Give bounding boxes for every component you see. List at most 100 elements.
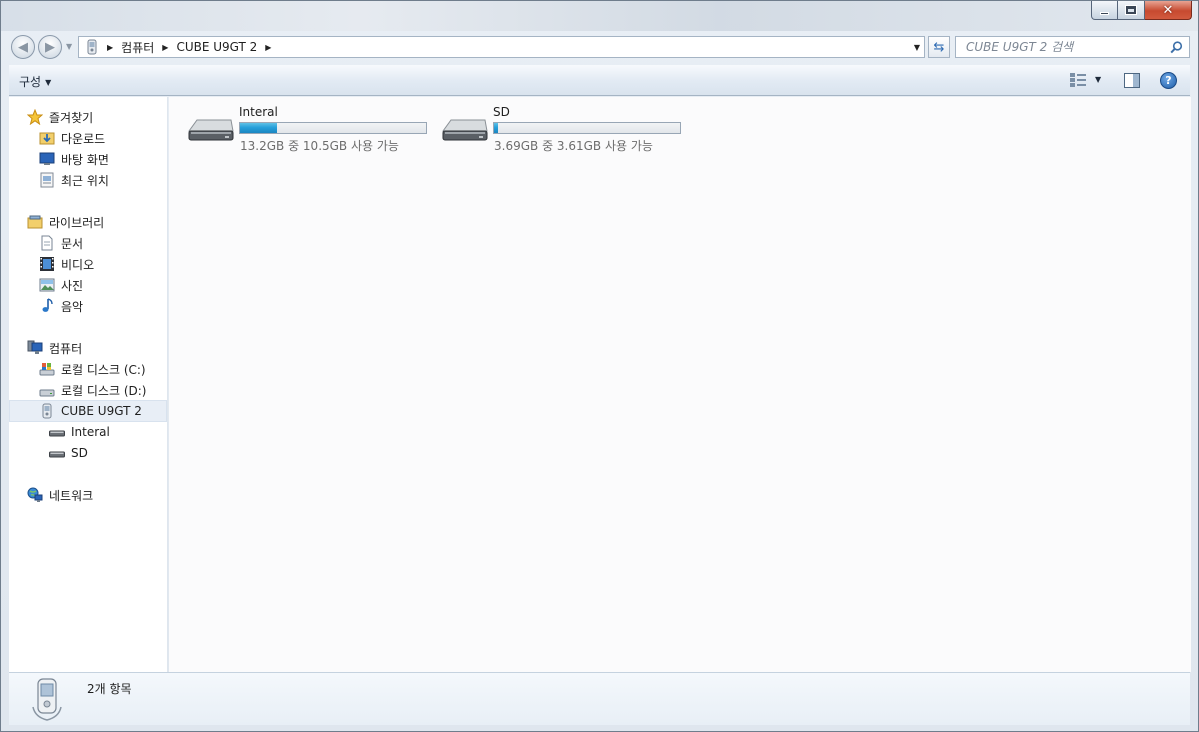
nav-item-label: SD: [71, 446, 88, 460]
drive-usage-bar: [493, 122, 681, 134]
back-button[interactable]: ◀: [11, 35, 35, 59]
address-bar[interactable]: ▶ 컴퓨터 ▶ CUBE U9GT 2 ▶ ▼: [78, 36, 925, 58]
item-count-text: 2개 항목: [87, 682, 132, 696]
maximize-icon: [1125, 5, 1137, 15]
command-bar: 구성 ▼ ▼ ?: [9, 65, 1190, 96]
navigation-bar: ◀ ▶ ▼ ▶ 컴퓨터 ▶ CUBE U9GT 2 ▶ ▼ ⇆: [9, 34, 1190, 60]
breadcrumb-arrow-icon[interactable]: ▶: [162, 43, 168, 52]
nav-item-disk-c[interactable]: 로컬 디스크 (C:): [39, 359, 146, 379]
chevron-down-icon: ▼: [45, 78, 52, 87]
breadcrumb-device[interactable]: CUBE U9GT 2: [176, 40, 257, 54]
desktop-icon: [39, 152, 55, 165]
video-icon: [40, 257, 54, 271]
nav-item-documents[interactable]: 문서: [39, 233, 83, 253]
nav-libraries[interactable]: 라이브러리: [27, 212, 104, 232]
music-note-icon: [42, 298, 53, 312]
network-icon: [27, 487, 43, 502]
drive-usage-bar: [239, 122, 427, 134]
document-icon: [41, 235, 53, 251]
removable-drive-icon: [188, 119, 234, 141]
removable-drive-icon: [49, 430, 65, 437]
nav-item-downloads[interactable]: 다운로드: [39, 128, 105, 148]
search-icon[interactable]: [1170, 41, 1183, 54]
picture-icon: [39, 278, 55, 292]
portable-device-icon: [32, 678, 62, 721]
library-icon: [27, 215, 43, 229]
nav-item-label: 최근 위치: [61, 173, 109, 188]
recent-pages-dropdown[interactable]: ▼: [66, 42, 72, 51]
nav-item-device[interactable]: CUBE U9GT 2: [9, 400, 167, 422]
removable-drive-icon: [49, 451, 65, 458]
drive-space-text: 3.69GB 중 3.61GB 사용 가능: [494, 139, 653, 153]
search-input[interactable]: [966, 40, 1176, 54]
forward-arrow-icon: ▶: [45, 39, 55, 55]
nav-item-label: 사진: [61, 278, 84, 293]
nav-item-desktop[interactable]: 바탕 화면: [39, 149, 109, 169]
nav-item-label: 바탕 화면: [61, 152, 109, 167]
nav-network-label: 네트워크: [49, 488, 94, 503]
explorer-window: ✕ ◀ ▶ ▼ ▶ 컴퓨터 ▶ CUBE U9GT 2 ▶ ▼ ⇆ CUBE U…: [0, 0, 1199, 732]
recent-places-icon: [40, 172, 54, 188]
minimize-icon: [1100, 11, 1109, 15]
nav-item-music[interactable]: 음악: [39, 296, 83, 316]
breadcrumb-computer[interactable]: 컴퓨터: [121, 39, 154, 56]
nav-item-label: Interal: [71, 425, 110, 439]
nav-item-videos[interactable]: 비디오: [39, 254, 94, 274]
nav-computer-label: 컴퓨터: [49, 341, 83, 356]
caption-buttons: ✕: [1091, 1, 1192, 21]
forward-button[interactable]: ▶: [38, 35, 62, 59]
close-icon: ✕: [1162, 2, 1174, 18]
hard-disk-icon: [39, 363, 55, 376]
search-box[interactable]: [955, 36, 1190, 58]
computer-icon: [27, 340, 43, 354]
maximize-button[interactable]: [1118, 1, 1145, 20]
nav-item-label: 로컬 디스크 (D:): [61, 383, 147, 398]
help-button[interactable]: ?: [1160, 72, 1177, 89]
nav-item-label: 음악: [61, 299, 84, 314]
refresh-button[interactable]: ⇆: [928, 36, 950, 58]
details-pane: 2개 항목: [9, 672, 1190, 725]
view-options-dropdown-icon[interactable]: ▼: [1095, 75, 1101, 84]
hard-disk-icon: [39, 389, 55, 397]
refresh-icon: ⇆: [933, 39, 945, 55]
address-dropdown-icon[interactable]: ▼: [914, 43, 920, 52]
close-button[interactable]: ✕: [1145, 1, 1192, 20]
drive-tile-interal[interactable]: Interal 13.2GB 중 10.5GB 사용 가능: [187, 97, 432, 153]
nav-item-storage-sd[interactable]: SD: [49, 443, 88, 463]
nav-item-label: 문서: [61, 236, 84, 251]
nav-item-label: CUBE U9GT 2: [61, 404, 142, 418]
drive-name: SD: [493, 105, 510, 119]
download-folder-icon: [39, 132, 55, 145]
nav-item-recent[interactable]: 최근 위치: [39, 170, 109, 190]
drive-tile-sd[interactable]: SD 3.69GB 중 3.61GB 사용 가능: [441, 97, 686, 153]
nav-item-label: 비디오: [61, 257, 95, 272]
star-icon: [27, 109, 43, 125]
drive-space-text: 13.2GB 중 10.5GB 사용 가능: [240, 139, 399, 153]
nav-item-label: 로컬 디스크 (C:): [61, 362, 146, 377]
nav-item-label: 다운로드: [61, 131, 106, 146]
removable-drive-icon: [442, 119, 488, 141]
preview-pane-icon[interactable]: [1124, 73, 1140, 88]
portable-device-icon: [42, 403, 52, 419]
content-area: Interal 13.2GB 중 10.5GB 사용 가능 SD 3.69GB …: [169, 97, 1191, 672]
nav-favorites[interactable]: 즐겨찾기: [27, 107, 93, 127]
nav-computer[interactable]: 컴퓨터: [27, 338, 82, 358]
back-arrow-icon: ◀: [18, 39, 28, 55]
nav-network[interactable]: 네트워크: [27, 485, 93, 505]
minimize-button[interactable]: [1091, 1, 1118, 20]
breadcrumb-arrow-icon[interactable]: ▶: [265, 43, 271, 52]
portable-device-icon: [87, 39, 97, 55]
nav-libraries-label: 라이브러리: [49, 215, 105, 230]
nav-favorites-label: 즐겨찾기: [49, 110, 94, 125]
drive-name: Interal: [239, 105, 278, 119]
drive-usage-fill: [494, 123, 498, 133]
nav-item-storage-interal[interactable]: Interal: [49, 422, 110, 442]
breadcrumb-arrow-icon[interactable]: ▶: [107, 43, 113, 52]
drive-usage-fill: [240, 123, 278, 133]
change-view-icon[interactable]: [1069, 72, 1087, 88]
navigation-pane: 즐겨찾기 다운로드 바탕 화면 최근 위치 라이브러리 문서 비디오 사진 음악…: [9, 97, 168, 672]
help-icon: ?: [1165, 74, 1172, 87]
organize-menu-button[interactable]: 구성 ▼: [19, 73, 51, 90]
nav-item-pictures[interactable]: 사진: [39, 275, 83, 295]
nav-item-disk-d[interactable]: 로컬 디스크 (D:): [39, 380, 146, 400]
